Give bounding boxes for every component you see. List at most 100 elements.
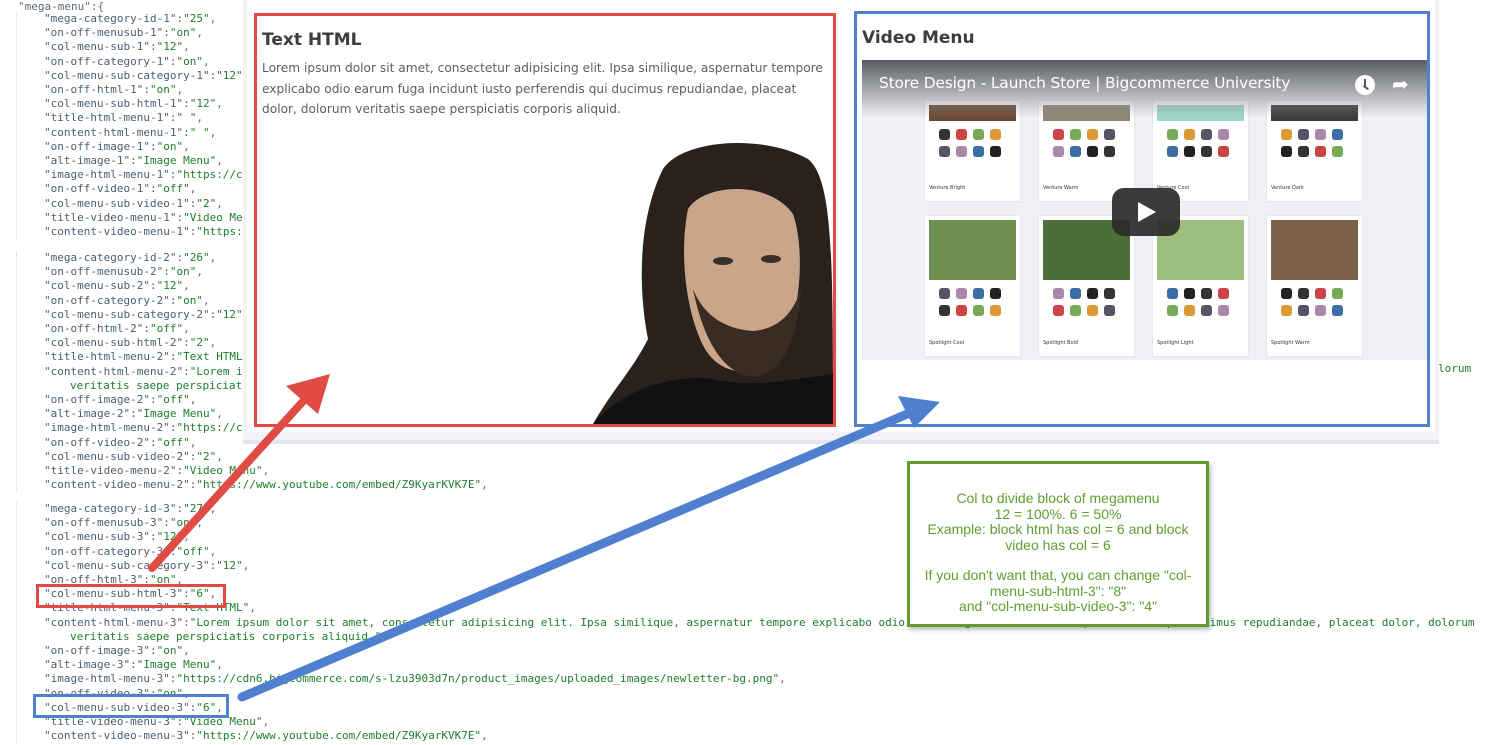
youtube-play-icon[interactable] bbox=[1112, 188, 1180, 236]
product-thumb bbox=[1332, 305, 1343, 316]
product-thumb bbox=[1218, 288, 1229, 299]
product-thumb bbox=[973, 288, 984, 299]
code-line-mega-category-id-3: "mega-category-id-3":"27", bbox=[44, 502, 217, 515]
code-line-col-menu-sub-1: "col-menu-sub-1":"12", bbox=[44, 40, 190, 54]
note-line: Col to divide block of megamenu bbox=[956, 490, 1160, 506]
video-block-title: Video Menu bbox=[862, 28, 975, 48]
product-thumb bbox=[1298, 305, 1309, 316]
code-fold-guide bbox=[16, 502, 17, 744]
code-line-on-off-menusub-3: "on-off-menusub-3":"on", bbox=[44, 516, 203, 530]
product-thumb bbox=[990, 129, 1001, 140]
code-line-image-html-menu-3: "image-html-menu-3":"https://cdn6.bigcom… bbox=[44, 672, 786, 686]
product-thumb bbox=[1315, 146, 1326, 157]
note-line bbox=[910, 553, 1206, 568]
product-thumb bbox=[1298, 288, 1309, 299]
product-thumb bbox=[1104, 305, 1115, 316]
product-thumb bbox=[1184, 129, 1195, 140]
product-thumb bbox=[939, 146, 950, 157]
code-line-on-off-category-2: "on-off-category-2":"on", bbox=[44, 293, 210, 307]
code-line-col-menu-sub-3: "col-menu-sub-3":"12", bbox=[44, 530, 190, 544]
code-line-on-off-category-1: "on-off-category-1":"on", bbox=[44, 54, 210, 68]
product-grid bbox=[939, 288, 1006, 316]
product-thumb bbox=[956, 129, 967, 140]
product-grid bbox=[1281, 129, 1348, 157]
product-thumb bbox=[939, 305, 950, 316]
html-col-highlight bbox=[36, 584, 226, 608]
code-line-on-off-menusub-2: "on-off-menusub-2":"on", bbox=[44, 265, 203, 279]
theme-screenshot bbox=[929, 220, 1016, 280]
product-thumb bbox=[1087, 129, 1098, 140]
product-thumb bbox=[1281, 129, 1292, 140]
code-line-col-menu-sub-category-2: "col-menu-sub-category-2":"12" bbox=[44, 307, 243, 321]
code-line-title-html-menu-1: "title-html-menu-1":" ", bbox=[44, 111, 203, 125]
clock-icon[interactable] bbox=[1355, 75, 1375, 95]
product-thumb bbox=[1070, 146, 1081, 157]
code-line-image-html-menu-1: "image-html-menu-1":"https://c bbox=[44, 168, 243, 182]
video-title[interactable]: Store Design - Launch Store | Bigcommerc… bbox=[879, 74, 1290, 92]
product-thumb bbox=[973, 305, 984, 316]
theme-name: Venture Bright bbox=[929, 185, 966, 191]
code-line-content-video-menu-2: "content-video-menu-2":"https://www.yout… bbox=[44, 478, 488, 492]
code-line-image-html-menu-2: "image-html-menu-2":"https://c bbox=[44, 421, 243, 435]
video-player[interactable]: Venture Bright Venture Warm Venture Cool Ve… bbox=[862, 60, 1427, 360]
code-line-mega-category-id-1: "mega-category-id-1":"25", bbox=[44, 12, 217, 25]
code-line-col-menu-sub-video-1: "col-menu-sub-video-1":"2", bbox=[44, 196, 223, 210]
product-thumb bbox=[1053, 146, 1064, 157]
product-grid bbox=[1167, 288, 1234, 316]
product-thumb bbox=[1201, 305, 1212, 316]
code-line-on-off-html-2: "on-off-html-2":"off", bbox=[44, 322, 190, 335]
product-thumb bbox=[939, 129, 950, 140]
theme-card: Spotlight Cool bbox=[924, 215, 1021, 357]
video-block-preview: Video Menu Venture Bright Venture Warm Ven… bbox=[854, 11, 1430, 427]
product-thumb bbox=[973, 146, 984, 157]
theme-name: Spotlight Light bbox=[1157, 340, 1194, 346]
code-line-content-html-menu-3: "content-html-menu-3":"Lorem ipsum dolor… bbox=[44, 615, 1475, 629]
product-thumb bbox=[1087, 305, 1098, 316]
product-thumb bbox=[973, 129, 984, 140]
code-line-title-video-menu-2: "title-video-menu-2":"Video Menu", bbox=[44, 464, 270, 477]
product-grid bbox=[1281, 288, 1348, 316]
product-thumb bbox=[1184, 305, 1195, 316]
product-thumb bbox=[1167, 288, 1178, 299]
code-line-col-menu-sub-html-1: "col-menu-sub-html-1":"12", bbox=[44, 97, 223, 111]
product-thumb bbox=[990, 305, 1001, 316]
code-line-col-menu-sub-video-2: "col-menu-sub-video-2":"2", bbox=[44, 449, 223, 463]
product-thumb bbox=[1281, 288, 1292, 299]
code-line-on-off-image-1: "on-off-image-1":"on", bbox=[44, 139, 190, 153]
video-col-highlight bbox=[33, 694, 229, 718]
code-line-on-off-video-2: "on-off-video-2":"off", bbox=[44, 435, 197, 449]
product-thumb bbox=[1167, 305, 1178, 316]
theme-screenshot bbox=[1271, 220, 1358, 280]
share-arrow-icon[interactable]: ➦ bbox=[1392, 72, 1409, 96]
product-thumb bbox=[990, 288, 1001, 299]
code-line-alt-image-1: "alt-image-1":"Image Menu", bbox=[44, 154, 223, 167]
theme-name: Venture Dark bbox=[1271, 185, 1304, 191]
product-thumb bbox=[1053, 129, 1064, 140]
product-thumb bbox=[1070, 288, 1081, 299]
code-line-title-video-menu-1: "title-video-menu-1":"Video Me bbox=[44, 210, 243, 224]
html-block-text: Lorem ipsum dolor sit amet, consectetur … bbox=[262, 61, 823, 116]
code-fold-guide bbox=[16, 12, 17, 240]
product-grid bbox=[1167, 129, 1234, 157]
code-continuation-line: veritatis saepe perspiciat bbox=[70, 378, 243, 392]
code-line-on-off-menusub-1: "on-off-menusub-1":"on", bbox=[44, 26, 203, 40]
code-line-col-menu-sub-2: "col-menu-sub-2":"12", bbox=[44, 279, 190, 293]
product-thumb bbox=[1332, 146, 1343, 157]
code-line-content-video-menu-1: "content-video-menu-1":"https: bbox=[44, 225, 243, 238]
theme-name: Spotlight Bold bbox=[1043, 340, 1079, 346]
product-thumb bbox=[1315, 305, 1326, 316]
product-thumb bbox=[1298, 146, 1309, 157]
product-thumb bbox=[1281, 146, 1292, 157]
product-thumb bbox=[1218, 305, 1229, 316]
code-line-content-html-menu-1: "content-html-menu-1":" ", bbox=[44, 125, 217, 139]
code-line-content-video-menu-3: "content-video-menu-3":"https://www.yout… bbox=[44, 729, 488, 743]
product-thumb bbox=[1167, 129, 1178, 140]
code-line-content-html-menu-2: "content-html-menu-2":"Lorem i bbox=[44, 364, 243, 378]
product-thumb bbox=[1070, 129, 1081, 140]
note-line: and "col-menu-sub-video-3": "4" bbox=[958, 598, 1158, 614]
theme-card: Spotlight Light bbox=[1152, 215, 1249, 357]
product-thumb bbox=[956, 305, 967, 316]
product-thumb bbox=[1315, 288, 1326, 299]
product-thumb bbox=[1104, 288, 1115, 299]
product-thumb bbox=[1298, 129, 1309, 140]
